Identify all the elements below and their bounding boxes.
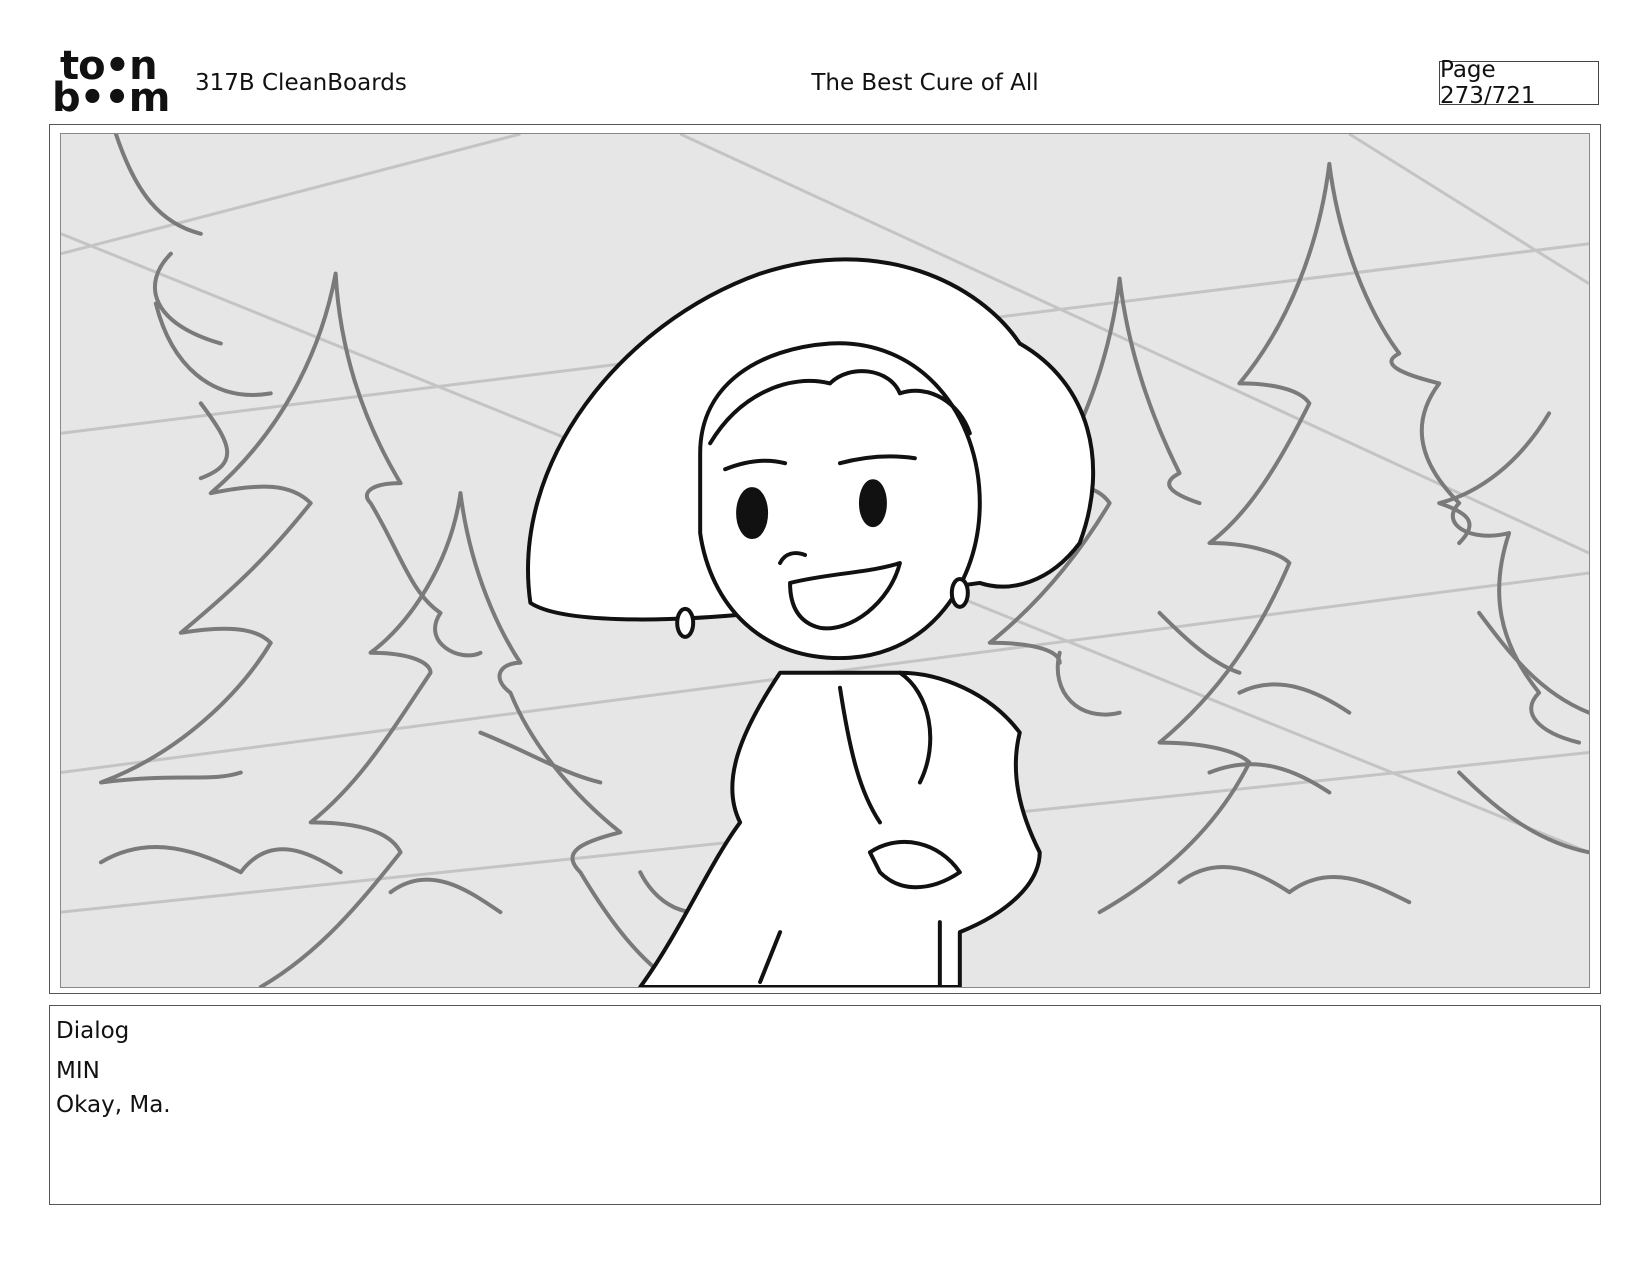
dialog-line: Okay, Ma. bbox=[56, 1092, 171, 1118]
dialog-character: MIN bbox=[56, 1058, 100, 1084]
panel-image bbox=[60, 133, 1590, 988]
storyboard-panel bbox=[49, 124, 1601, 994]
episode-title: The Best Cure of All bbox=[811, 70, 1039, 96]
page-counter: Page 273/721 bbox=[1439, 57, 1599, 109]
storyboard-drawing bbox=[61, 134, 1589, 987]
dialog-label: Dialog bbox=[56, 1018, 130, 1044]
character-min bbox=[526, 257, 1096, 987]
dialog-box: Dialog MIN Okay, Ma. bbox=[49, 1005, 1601, 1205]
